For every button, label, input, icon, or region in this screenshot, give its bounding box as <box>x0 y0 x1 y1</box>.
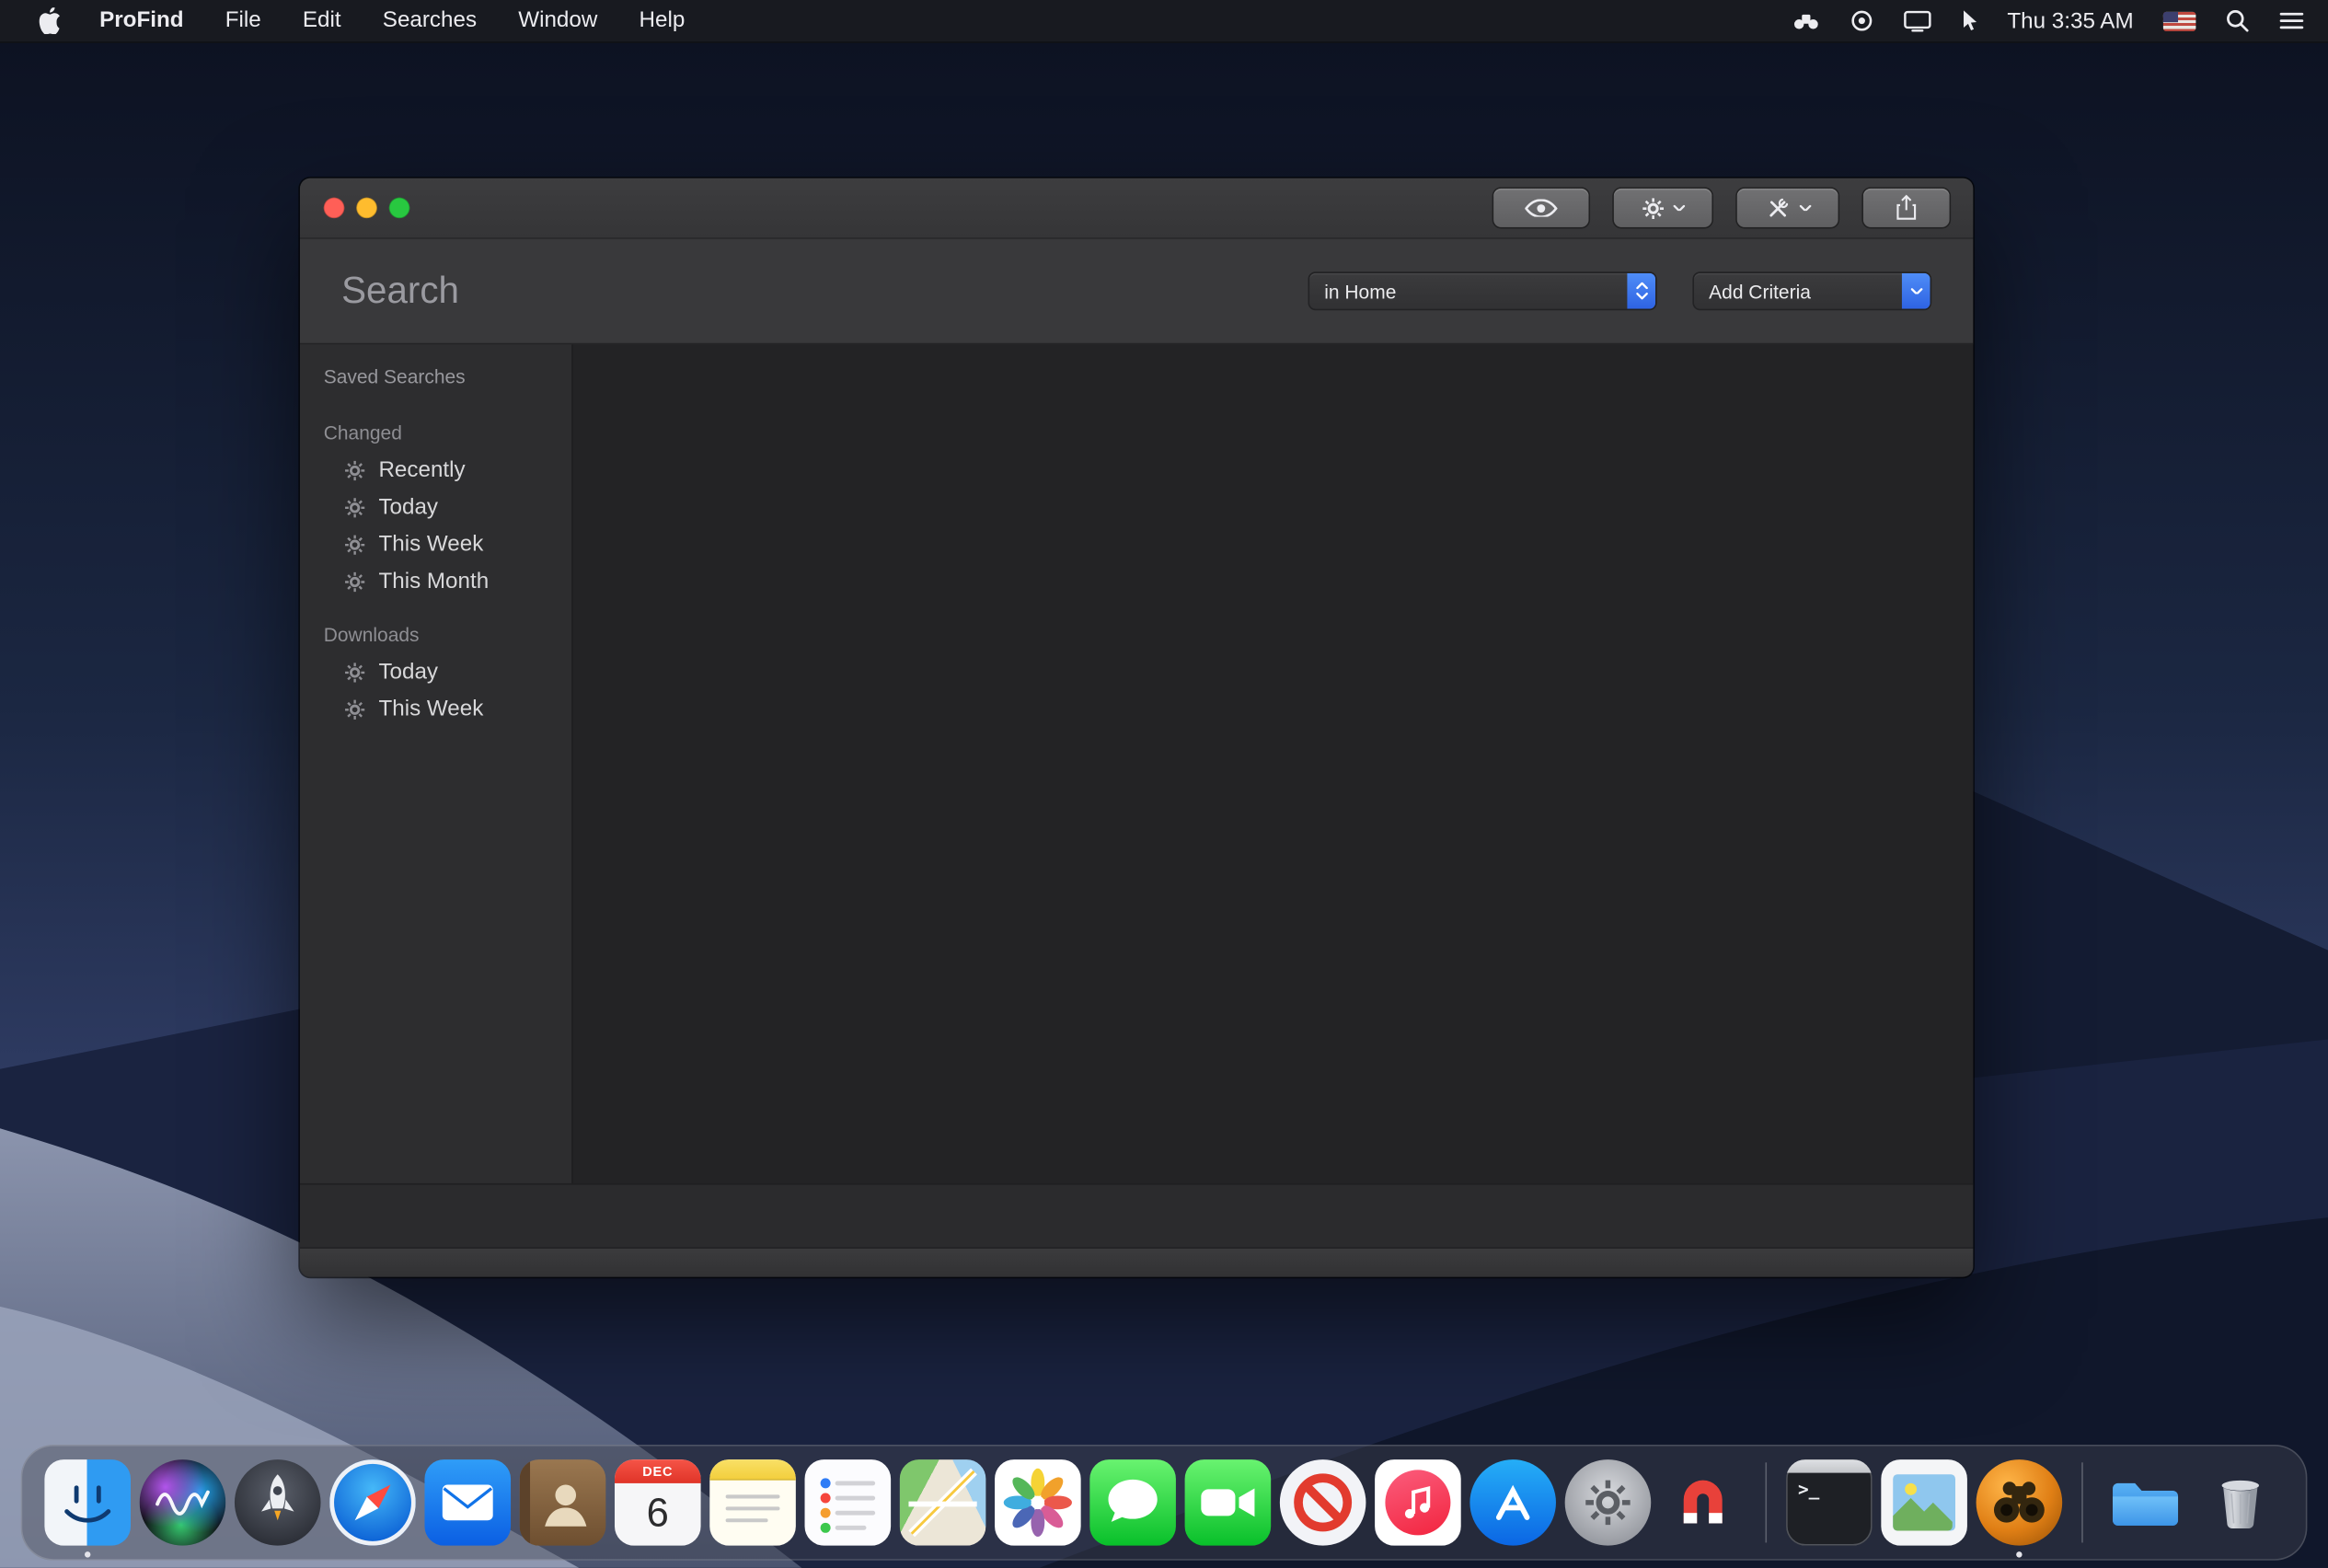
dock-messages-icon[interactable] <box>1089 1459 1176 1546</box>
share-button[interactable] <box>1863 189 1950 227</box>
sidebar-section-downloads: Downloads <box>324 624 571 648</box>
sidebar-item-label: This Month <box>378 569 489 594</box>
dock-downloads-folder-icon[interactable] <box>2103 1459 2189 1546</box>
dock-calendar-icon[interactable]: DEC 6 <box>615 1459 701 1546</box>
sidebar-item-downloads-today[interactable]: Today <box>300 653 571 690</box>
menu-searches[interactable]: Searches <box>362 0 497 41</box>
share-icon <box>1896 195 1917 221</box>
gear-icon <box>344 497 365 518</box>
zoom-button[interactable] <box>389 198 410 219</box>
preview-eye-button[interactable] <box>1493 189 1588 227</box>
dock-finder-icon[interactable] <box>44 1459 131 1546</box>
popup-stepper-icon <box>1627 273 1655 309</box>
menu-app-name[interactable]: ProFind <box>79 0 205 41</box>
menu-bar: ProFind File Edit Searches Window Help T… <box>0 0 2328 43</box>
chevron-down-icon <box>1799 204 1811 212</box>
dock-profind-icon[interactable] <box>1976 1459 2063 1546</box>
apple-menu[interactable] <box>21 7 79 34</box>
close-button[interactable] <box>324 198 345 219</box>
gear-icon <box>344 571 365 592</box>
gear-icon <box>344 459 365 480</box>
pointer-icon[interactable] <box>1961 9 1977 33</box>
dock-separator <box>2081 1462 2083 1542</box>
sidebar-item-downloads-this-week[interactable]: This Week <box>300 690 571 727</box>
minimize-button[interactable] <box>356 198 377 219</box>
gear-icon <box>344 534 365 555</box>
results-area[interactable] <box>573 344 1974 1183</box>
menu-help[interactable]: Help <box>618 0 706 41</box>
menu-file[interactable]: File <box>204 0 282 41</box>
menu-window[interactable]: Window <box>498 0 618 41</box>
status-strip <box>300 1183 1973 1247</box>
search-header: Search in Home Add Criteria <box>300 239 1973 345</box>
actions-gear-button[interactable] <box>1614 189 1711 227</box>
tools-icon <box>1765 195 1790 220</box>
record-circle-icon[interactable] <box>1850 9 1873 33</box>
gear-icon <box>1642 197 1664 219</box>
dock-system-preferences-icon[interactable] <box>1565 1459 1652 1546</box>
dock-safari-icon[interactable] <box>329 1459 416 1546</box>
notification-list-icon[interactable] <box>2279 9 2304 33</box>
us-flag-icon[interactable] <box>2163 11 2195 30</box>
search-title-field[interactable]: Search <box>341 270 459 313</box>
dock: DEC 6 <box>21 1445 2308 1561</box>
dock-terminal-icon[interactable]: >_ <box>1786 1459 1873 1546</box>
dock-notes-icon[interactable] <box>709 1459 796 1546</box>
dock-reminders-icon[interactable] <box>805 1459 892 1546</box>
sidebar-item-changed-this-month[interactable]: This Month <box>300 563 571 600</box>
gear-icon <box>344 698 365 720</box>
terminal-prompt-glyph: >_ <box>1798 1479 1819 1500</box>
sidebar-item-label: Today <box>378 659 438 684</box>
add-criteria-popup[interactable]: Add Criteria <box>1692 271 1931 310</box>
spotlight-search-icon[interactable] <box>2226 9 2250 33</box>
binoculars-icon[interactable] <box>1792 9 1820 33</box>
chevron-down-icon <box>1673 204 1685 212</box>
dock-magnet-icon[interactable] <box>1660 1459 1746 1546</box>
dock-photos-icon[interactable] <box>995 1459 1081 1546</box>
sidebar-item-label: This Week <box>378 697 483 721</box>
sidebar: Saved Searches Changed Recently Today Th… <box>300 344 573 1183</box>
calendar-day-label: 6 <box>615 1483 701 1543</box>
menu-clock[interactable]: Thu 3:35 AM <box>2007 8 2133 33</box>
calendar-month-label: DEC <box>615 1459 701 1483</box>
sidebar-item-label: Recently <box>378 457 465 482</box>
sidebar-section-changed: Changed <box>324 421 571 445</box>
traffic-lights <box>324 198 410 219</box>
dock-facetime-icon[interactable] <box>1185 1459 1272 1546</box>
eye-icon <box>1525 199 1557 218</box>
sidebar-title: Saved Searches <box>324 365 571 389</box>
tools-button[interactable] <box>1737 189 1838 227</box>
sidebar-item-changed-this-week[interactable]: This Week <box>300 525 571 562</box>
scope-popup-value: in Home <box>1309 280 1627 302</box>
sidebar-item-changed-today[interactable]: Today <box>300 489 571 525</box>
dock-launchpad-icon[interactable] <box>235 1459 321 1546</box>
dock-mail-icon[interactable] <box>424 1459 511 1546</box>
sidebar-item-changed-recently[interactable]: Recently <box>300 452 571 489</box>
dock-siri-icon[interactable] <box>140 1459 226 1546</box>
dock-maps-icon[interactable] <box>900 1459 986 1546</box>
apple-logo-icon <box>39 7 61 34</box>
dock-contacts-icon[interactable] <box>520 1459 606 1546</box>
popup-chevron-icon <box>1902 273 1930 309</box>
bottom-bar <box>300 1247 1973 1276</box>
scope-popup[interactable]: in Home <box>1308 271 1657 310</box>
dock-prohibited-icon[interactable] <box>1280 1459 1366 1546</box>
dock-preview-icon[interactable] <box>1881 1459 1967 1546</box>
dock-music-icon[interactable] <box>1375 1459 1461 1546</box>
dock-trash-icon[interactable] <box>2197 1459 2284 1546</box>
gear-icon <box>344 662 365 683</box>
add-criteria-value: Add Criteria <box>1694 280 1902 302</box>
titlebar[interactable] <box>300 179 1973 239</box>
sidebar-item-label: This Week <box>378 532 483 557</box>
display-icon[interactable] <box>1903 9 1931 33</box>
menu-edit[interactable]: Edit <box>282 0 362 41</box>
sidebar-item-label: Today <box>378 494 438 519</box>
dock-separator <box>1765 1462 1767 1542</box>
desktop: ProFind File Edit Searches Window Help T… <box>0 0 2328 1568</box>
dock-app-store-icon[interactable] <box>1469 1459 1556 1546</box>
profind-window: Search in Home Add Criteria <box>300 179 1973 1277</box>
